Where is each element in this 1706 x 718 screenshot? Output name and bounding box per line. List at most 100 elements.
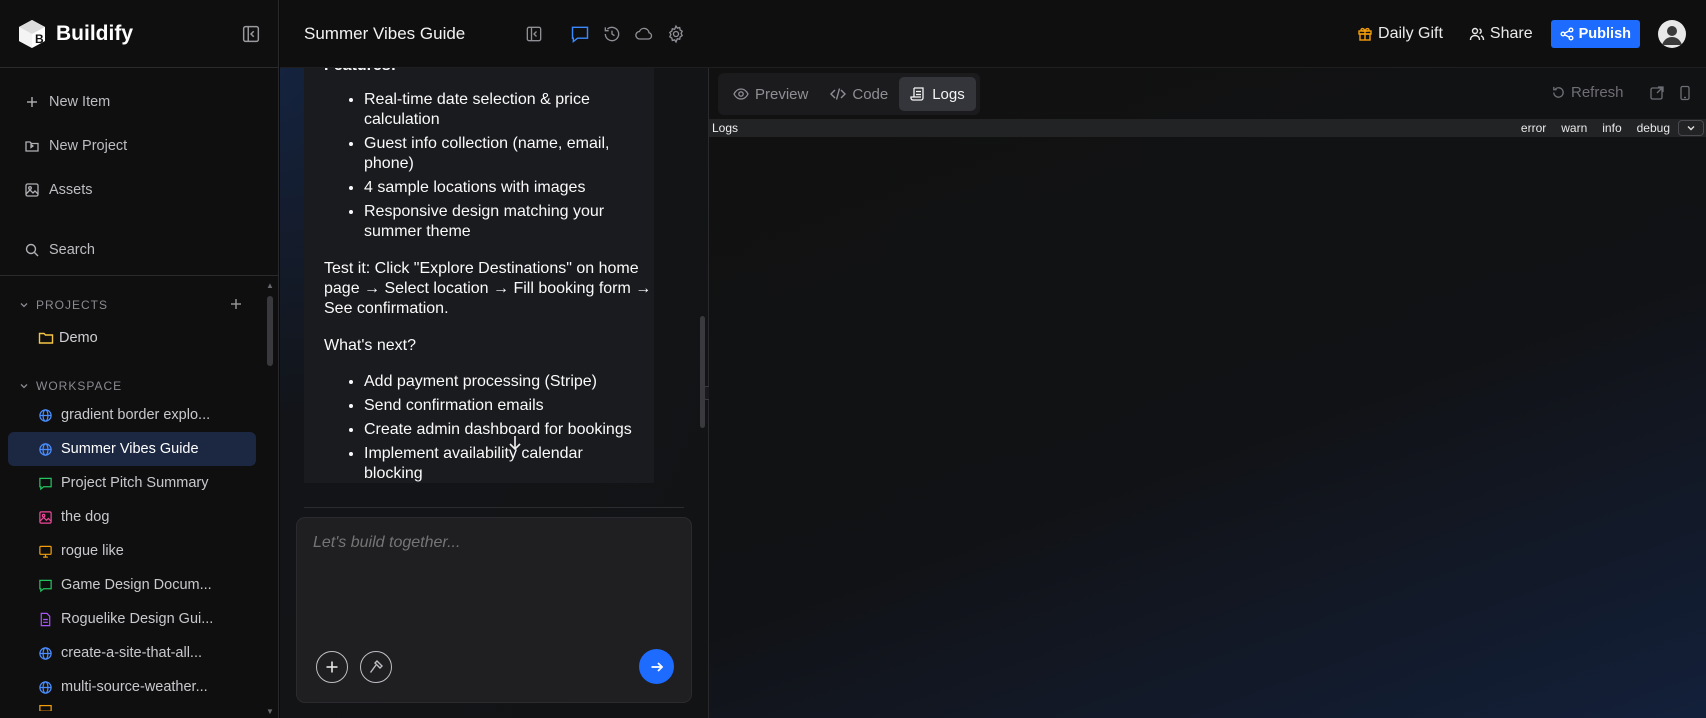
level-debug[interactable]: debug	[1637, 121, 1670, 135]
chat-scrollbar[interactable]	[699, 68, 707, 488]
list-item: Implement availability calendar blocking	[364, 444, 644, 483]
level-warn[interactable]: warn	[1561, 121, 1587, 135]
user-avatar[interactable]	[1658, 19, 1686, 48]
sidebar-scroll-thumb[interactable]	[267, 296, 273, 366]
top-bar: Summer Vibes Guide Daily Gift Share Publ…	[280, 0, 1706, 68]
tab-label: Code	[852, 85, 889, 103]
list-item: 4 sample locations with images	[364, 178, 644, 198]
workspace-item-partial[interactable]	[8, 704, 256, 718]
sidebar: B Buildify New Item New Project Assets S…	[0, 0, 279, 718]
tab-preview[interactable]: Preview	[722, 77, 819, 111]
refresh-label: Refresh	[1571, 84, 1624, 101]
workspace-section-header[interactable]: WORKSPACE	[18, 379, 122, 393]
collapse-sidebar-icon[interactable]	[240, 23, 262, 45]
search-icon	[24, 242, 40, 258]
share-button[interactable]: Share	[1469, 25, 1533, 43]
workspace-item-label: create-a-site-that-all...	[61, 645, 203, 661]
scroll-down-arrow-icon[interactable]: ▼	[266, 708, 274, 716]
sidebar-divider	[0, 275, 279, 276]
workspace-item[interactable]: rogue like	[8, 534, 256, 568]
view-tabs: Preview Code Logs	[718, 73, 980, 115]
toggle-panel-icon[interactable]	[524, 24, 544, 44]
assets-button[interactable]: Assets	[0, 168, 278, 212]
mobile-view-icon[interactable]	[1677, 85, 1693, 101]
search-button[interactable]: Search	[0, 228, 278, 272]
workspace-item[interactable]: multi-source-weather...	[8, 670, 256, 704]
workspace-item[interactable]: Game Design Docum...	[8, 568, 256, 602]
document-icon	[38, 612, 53, 627]
workspace-item-label: the dog	[61, 509, 110, 525]
workspace-item[interactable]: the dog	[8, 500, 256, 534]
level-info[interactable]: info	[1602, 121, 1621, 135]
publish-button[interactable]: Publish	[1550, 19, 1640, 48]
cloud-icon[interactable]	[634, 24, 654, 44]
logs-toolbar: Logs error warn info debug	[709, 119, 1706, 137]
new-project-button[interactable]: New Project	[0, 124, 278, 168]
new-project-label: New Project	[49, 138, 128, 154]
workspace-item[interactable]: Roguelike Design Gui...	[8, 602, 256, 636]
gift-icon	[1357, 26, 1373, 42]
tools-button[interactable]	[360, 651, 392, 683]
list-item: Add payment processing (Stripe)	[364, 372, 644, 392]
scroll-up-arrow-icon[interactable]: ▲	[266, 282, 274, 290]
list-item: Create admin dashboard for bookings	[364, 420, 644, 440]
workspace-item-label: Roguelike Design Gui...	[61, 611, 214, 627]
workspace-item[interactable]: Project Pitch Summary	[8, 466, 256, 500]
new-item-button[interactable]: New Item	[0, 80, 278, 124]
chat-scroll-thumb[interactable]	[700, 316, 705, 428]
workspace-item[interactable]: create-a-site-that-all...	[8, 636, 256, 670]
top-bar-actions: Daily Gift Share Publish	[1357, 19, 1706, 48]
chat-icon[interactable]	[570, 24, 590, 44]
globe-icon	[38, 408, 53, 423]
scroll-to-bottom-arrow-icon[interactable]	[506, 434, 524, 452]
tab-label: Preview	[755, 85, 809, 103]
chat-divider	[304, 507, 684, 508]
open-external-icon[interactable]	[1649, 85, 1665, 101]
chat-input[interactable]	[313, 534, 673, 552]
share-nodes-icon	[1560, 27, 1574, 41]
sidebar-header: B Buildify	[0, 0, 278, 68]
image-icon	[38, 510, 53, 525]
chat-composer	[296, 517, 692, 703]
level-error[interactable]: error	[1521, 121, 1546, 135]
page-title: Summer Vibes Guide	[304, 23, 466, 43]
logs-title: Logs	[712, 121, 739, 135]
project-folder-label: Demo	[59, 330, 98, 346]
image-icon	[24, 182, 40, 198]
list-item: Responsive design matching your summer t…	[364, 202, 644, 242]
project-folder-demo[interactable]: Demo	[38, 330, 98, 346]
new-item-label: New Item	[49, 94, 111, 110]
search-label: Search	[49, 242, 95, 258]
refresh-button[interactable]: Refresh	[1551, 84, 1624, 101]
folder-icon	[38, 330, 54, 346]
globe-icon	[38, 442, 53, 457]
code-icon	[830, 86, 847, 102]
buildify-logo-icon[interactable]: B	[16, 18, 48, 50]
chat-panel: Features: Real-time date selection & pri…	[280, 68, 708, 718]
tab-code[interactable]: Code	[819, 77, 899, 111]
chat-icon	[38, 578, 53, 593]
workspace-item-active[interactable]: Summer Vibes Guide	[8, 432, 256, 466]
globe-icon	[38, 646, 53, 661]
list-item: Real-time date selection & price calcula…	[364, 90, 644, 130]
projects-section-header[interactable]: PROJECTS	[18, 298, 108, 312]
send-button[interactable]	[639, 649, 674, 684]
eye-icon	[733, 86, 749, 102]
workspace-item[interactable]: gradient border explo...	[8, 398, 256, 432]
next-heading: What's next?	[324, 337, 416, 354]
history-icon[interactable]	[602, 24, 622, 44]
publish-label: Publish	[1578, 25, 1631, 42]
preview-panel: Preview Code Logs Refresh Logs error war…	[709, 68, 1706, 718]
add-attachment-button[interactable]	[316, 651, 348, 683]
tab-label: Logs	[932, 85, 965, 103]
settings-gear-icon[interactable]	[666, 24, 686, 44]
presentation-icon	[38, 544, 53, 559]
level-dropdown-chevron-icon[interactable]	[1678, 120, 1704, 136]
add-project-icon[interactable]	[228, 296, 244, 312]
presentation-icon	[38, 704, 53, 718]
tab-logs[interactable]: Logs	[899, 77, 976, 111]
daily-gift-button[interactable]: Daily Gift	[1357, 25, 1443, 43]
sidebar-scrollbar[interactable]: ▲ ▼	[266, 282, 274, 718]
list-item: Guest info collection (name, email, phon…	[364, 134, 644, 174]
workspace-item-label: gradient border explo...	[61, 407, 211, 423]
